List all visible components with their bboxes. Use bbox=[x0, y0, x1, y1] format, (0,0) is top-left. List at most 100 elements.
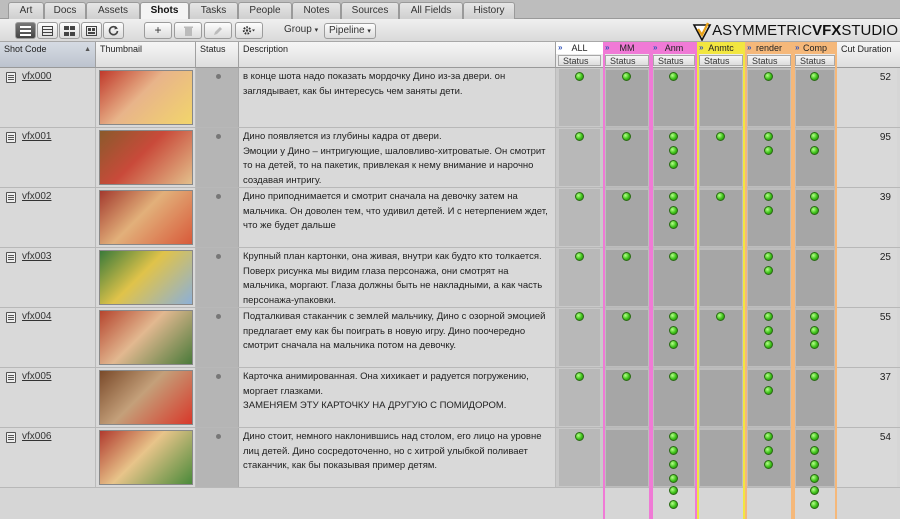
task-slot[interactable] bbox=[700, 398, 742, 412]
task-slot[interactable] bbox=[748, 204, 790, 218]
header-thumbnail[interactable]: Thumbnail bbox=[96, 42, 196, 68]
task-slot[interactable] bbox=[606, 172, 648, 186]
task-slot[interactable] bbox=[559, 369, 600, 426]
refresh-button[interactable] bbox=[103, 22, 124, 39]
shot-thumbnail[interactable] bbox=[99, 430, 193, 485]
shot-thumbnail[interactable] bbox=[99, 70, 193, 125]
header-description[interactable]: Description bbox=[239, 42, 556, 68]
task-slot[interactable] bbox=[654, 190, 694, 204]
tab-shots[interactable]: Shots bbox=[140, 2, 189, 20]
pipeline-status-cell[interactable] bbox=[745, 308, 793, 367]
task-slot[interactable] bbox=[700, 352, 742, 366]
cut-duration-cell[interactable]: 54 bbox=[837, 428, 897, 487]
add-shot-button[interactable]: + bbox=[144, 22, 172, 39]
task-slot[interactable] bbox=[654, 232, 694, 246]
status-cell[interactable] bbox=[196, 188, 239, 247]
task-slot[interactable] bbox=[748, 430, 790, 444]
task-slot[interactable] bbox=[796, 338, 834, 352]
thumbnail-view-button[interactable] bbox=[59, 22, 80, 39]
expand-icon[interactable]: » bbox=[795, 42, 799, 54]
cut-duration-cell[interactable]: 39 bbox=[837, 188, 897, 247]
status-cell[interactable] bbox=[196, 248, 239, 307]
task-slot[interactable] bbox=[559, 309, 600, 366]
task-slot[interactable] bbox=[748, 458, 790, 472]
tab-notes[interactable]: Notes bbox=[292, 2, 341, 19]
task-slot[interactable] bbox=[606, 204, 648, 218]
task-slot[interactable] bbox=[654, 352, 694, 366]
task-slot[interactable] bbox=[606, 412, 648, 426]
pipeline-status-cell[interactable] bbox=[745, 128, 793, 187]
shot-code-link[interactable]: vfx003 bbox=[22, 251, 51, 262]
task-slot[interactable] bbox=[654, 112, 694, 126]
task-slot[interactable] bbox=[654, 444, 694, 458]
task-slot[interactable] bbox=[606, 370, 648, 384]
pipeline-status-cell[interactable] bbox=[697, 68, 745, 127]
status-cell[interactable] bbox=[196, 368, 239, 427]
pipeline-status-subheader[interactable]: Status bbox=[653, 55, 695, 66]
pipeline-status-cell[interactable] bbox=[793, 248, 837, 307]
pipeline-status-cell[interactable] bbox=[793, 428, 837, 509]
pipeline-status-cell[interactable] bbox=[603, 128, 651, 187]
task-slot[interactable] bbox=[748, 278, 790, 292]
task-slot[interactable] bbox=[700, 158, 742, 172]
shot-thumbnail[interactable] bbox=[99, 130, 193, 185]
expand-icon[interactable]: » bbox=[747, 42, 751, 54]
pipeline-group-all[interactable]: » ALL Status bbox=[556, 42, 603, 68]
task-slot[interactable] bbox=[748, 172, 790, 186]
task-slot[interactable] bbox=[606, 218, 648, 232]
description-cell[interactable]: в конце шота надо показать мордочку Дино… bbox=[239, 68, 556, 127]
task-slot[interactable] bbox=[654, 172, 694, 186]
task-slot[interactable] bbox=[748, 70, 790, 84]
compact-view-button[interactable] bbox=[37, 22, 58, 39]
task-slot[interactable] bbox=[796, 144, 834, 158]
task-slot[interactable] bbox=[748, 232, 790, 246]
task-slot[interactable] bbox=[748, 412, 790, 426]
task-slot[interactable] bbox=[606, 232, 648, 246]
pipeline-status-cell[interactable] bbox=[556, 368, 603, 427]
tab-all-fields[interactable]: All Fields bbox=[399, 2, 463, 19]
task-slot[interactable] bbox=[606, 384, 648, 398]
pipeline-status-cell[interactable] bbox=[603, 188, 651, 247]
task-slot[interactable] bbox=[796, 98, 834, 112]
shot-code-link[interactable]: vfx004 bbox=[22, 311, 51, 322]
task-slot[interactable] bbox=[796, 444, 834, 458]
task-slot[interactable] bbox=[700, 204, 742, 218]
tab-docs[interactable]: Docs bbox=[44, 2, 86, 19]
task-slot[interactable] bbox=[700, 444, 742, 458]
tab-sources[interactable]: Sources bbox=[341, 2, 399, 19]
task-slot[interactable] bbox=[748, 444, 790, 458]
task-slot[interactable] bbox=[700, 250, 742, 264]
edit-button[interactable] bbox=[204, 22, 232, 39]
task-slot[interactable] bbox=[654, 472, 694, 486]
cut-duration-cell[interactable]: 52 bbox=[837, 68, 897, 127]
task-slot[interactable] bbox=[748, 130, 790, 144]
header-shot-code[interactable]: Shot Code ▲ bbox=[0, 42, 96, 68]
pipeline-status-cell[interactable] bbox=[651, 368, 697, 427]
task-slot[interactable] bbox=[654, 144, 694, 158]
task-slot[interactable] bbox=[606, 458, 648, 472]
task-slot[interactable] bbox=[748, 370, 790, 384]
description-cell[interactable]: Дино появляется из глубины кадра от двер… bbox=[239, 128, 556, 187]
task-slot[interactable] bbox=[796, 112, 834, 126]
filmstrip-view-button[interactable] bbox=[81, 22, 102, 39]
task-slot[interactable] bbox=[700, 84, 742, 98]
pipeline-status-cell[interactable] bbox=[793, 188, 837, 247]
task-slot[interactable] bbox=[700, 190, 742, 204]
cut-duration-cell[interactable]: 95 bbox=[837, 128, 897, 187]
task-slot[interactable] bbox=[748, 324, 790, 338]
task-slot[interactable] bbox=[700, 218, 742, 232]
pipeline-status-cell[interactable] bbox=[793, 68, 837, 127]
table-row[interactable]: vfx003 Крупный план картонки, она живая,… bbox=[0, 248, 900, 308]
task-slot[interactable] bbox=[559, 129, 600, 186]
cut-duration-cell[interactable]: 37 bbox=[837, 368, 897, 427]
shot-thumbnail[interactable] bbox=[99, 250, 193, 305]
task-slot[interactable] bbox=[606, 98, 648, 112]
task-slot[interactable] bbox=[748, 472, 790, 486]
task-slot[interactable] bbox=[654, 278, 694, 292]
pipeline-status-cell[interactable] bbox=[603, 428, 651, 487]
pipeline-status-cell[interactable] bbox=[556, 188, 603, 247]
pipeline-status-cell[interactable] bbox=[745, 368, 793, 427]
task-slot[interactable] bbox=[700, 172, 742, 186]
task-slot[interactable] bbox=[654, 310, 694, 324]
task-slot[interactable] bbox=[796, 190, 834, 204]
